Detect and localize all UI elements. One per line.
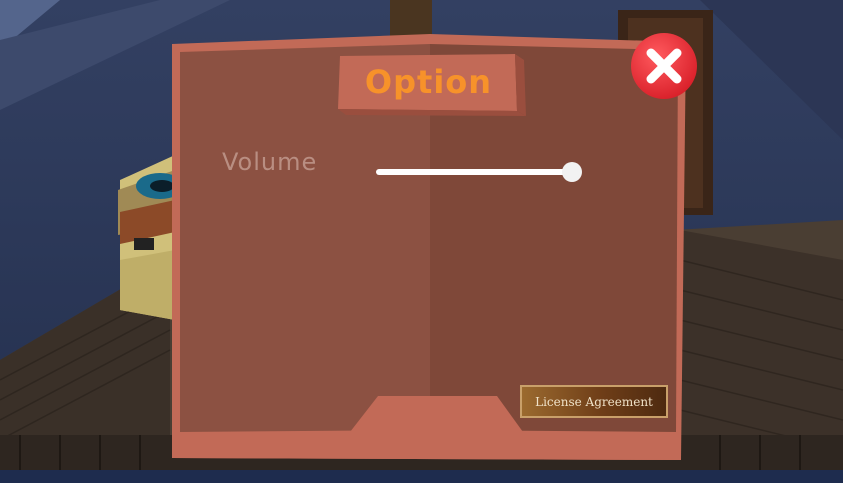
license-agreement-button[interactable]: License Agreement	[520, 385, 668, 418]
close-icon	[631, 33, 697, 99]
close-button[interactable]	[630, 32, 698, 100]
game-scene: Option Volume License Agreement	[0, 0, 843, 483]
volume-slider-handle[interactable]	[562, 162, 582, 182]
license-agreement-label: License Agreement	[535, 394, 653, 409]
dialog-title: Option	[364, 63, 493, 101]
volume-slider-track	[376, 169, 572, 175]
volume-label: Volume	[222, 148, 318, 176]
volume-slider[interactable]	[374, 162, 584, 182]
